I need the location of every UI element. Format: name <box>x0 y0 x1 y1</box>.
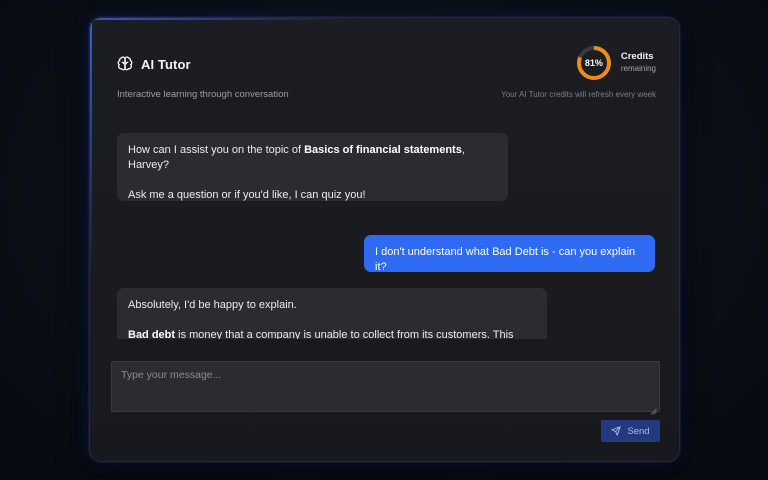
paper-plane-icon <box>611 426 622 436</box>
send-label: Send <box>627 425 650 437</box>
message-text: I don't understand what Bad Debt is - ca… <box>375 246 636 273</box>
credits-percent: 81% <box>584 58 603 68</box>
term-highlight: Bad debt <box>128 329 176 339</box>
brain-icon <box>117 56 133 72</box>
credits-gauge: 81% <box>576 45 612 81</box>
credits-refresh-note: Your AI Tutor credits will refresh every… <box>501 90 656 99</box>
resize-handle-icon[interactable] <box>650 402 657 415</box>
ai-message: How can I assist you on the topic of Bas… <box>117 133 508 201</box>
message-input[interactable] <box>112 362 659 411</box>
tutor-panel: AI Tutor Interactive learning through co… <box>89 17 680 462</box>
user-message: I don't understand what Bad Debt is - ca… <box>364 235 655 273</box>
message-list[interactable]: How can I assist you on the topic of Bas… <box>117 133 657 339</box>
topic-name: Basics of financial statements <box>304 144 462 156</box>
message-text: Absolutely, I'd be happy to explain. <box>128 299 297 311</box>
ai-message: Absolutely, I'd be happy to explain. Bad… <box>117 288 547 339</box>
credits-subtitle: remaining <box>620 64 656 73</box>
credits-title: Credits <box>620 51 654 62</box>
message-input-box <box>111 361 660 415</box>
message-text: is money that a company is unable to col… <box>178 329 514 339</box>
message-text: How can I assist you on the topic of <box>128 144 305 156</box>
message-text: Ask me a question or if you'd like, I ca… <box>128 189 366 201</box>
credits-widget: 81% Credits remaining <box>576 45 656 81</box>
send-button[interactable]: Send <box>601 420 660 442</box>
header: AI Tutor <box>117 56 191 72</box>
app-title: AI Tutor <box>141 56 191 72</box>
app-subtitle: Interactive learning through conversatio… <box>117 89 289 100</box>
